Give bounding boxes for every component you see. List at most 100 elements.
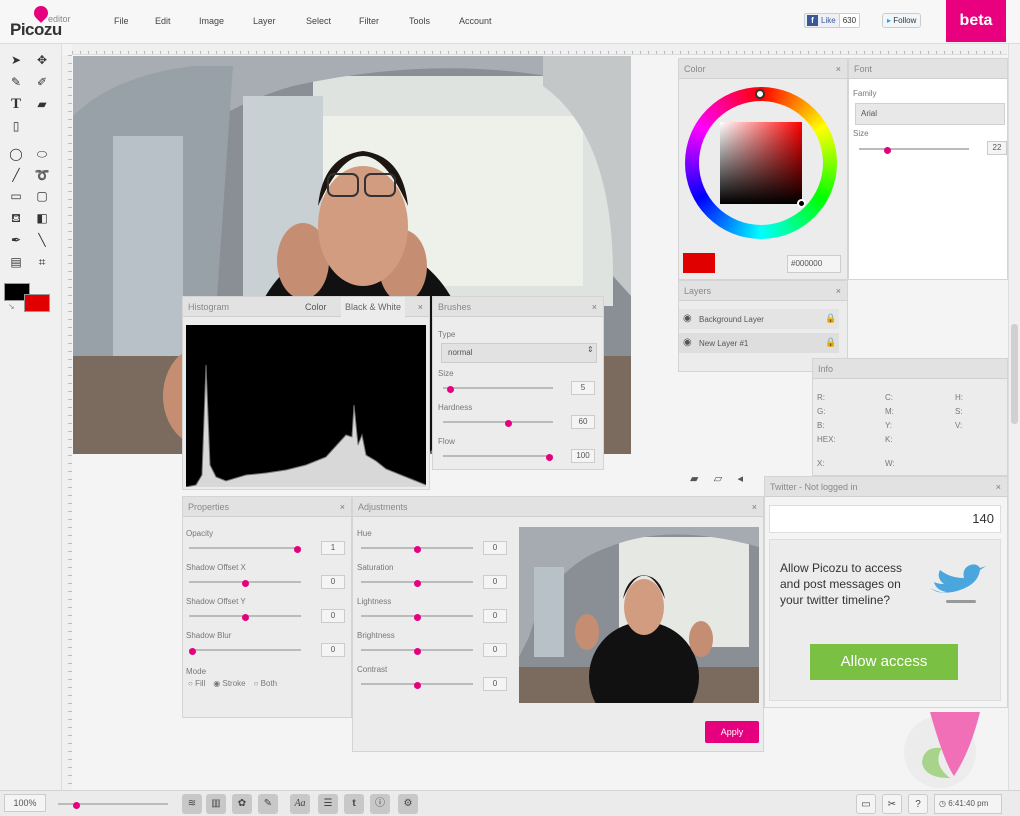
layer-row[interactable]: ◉ New Layer #1 🔒 <box>679 333 839 353</box>
twitter-follow-button[interactable]: ▸ Follow <box>882 13 922 28</box>
lock-icon[interactable]: 🔒 <box>825 337 836 348</box>
line-tool-icon[interactable]: ╱ <box>6 165 26 185</box>
radio-stroke[interactable]: ◉ Stroke <box>213 679 245 688</box>
brush-tool-icon[interactable]: ✐ <box>32 72 52 92</box>
fill-bucket-icon[interactable]: ⛾ <box>6 208 26 228</box>
move-tool-icon[interactable]: ✥ <box>32 50 52 70</box>
vertical-scrollbar[interactable] <box>1008 44 1020 790</box>
adjustment-slider[interactable] <box>361 648 473 655</box>
layer-row[interactable]: ◉ Background Layer 🔒 <box>679 309 839 329</box>
slider-handle[interactable] <box>414 614 421 621</box>
fullscreen-icon[interactable]: ▭ <box>856 794 876 814</box>
font-size-slider[interactable] <box>859 147 969 154</box>
slider-handle[interactable] <box>189 648 196 655</box>
layers-icon[interactable]: ≋ <box>182 794 202 814</box>
twitter-t-icon[interactable]: t <box>344 794 364 814</box>
close-icon[interactable]: × <box>592 297 597 317</box>
property-slider[interactable] <box>189 614 301 621</box>
allow-access-button[interactable]: Allow access <box>810 644 958 680</box>
font-size-value[interactable]: 22 <box>987 141 1007 155</box>
gradient-tool-icon[interactable]: ◧ <box>32 208 52 228</box>
tab-black-white[interactable]: Black & White <box>341 297 406 317</box>
new-layer-icon[interactable]: ▰ <box>690 473 698 485</box>
zoom-slider-handle[interactable] <box>73 802 80 809</box>
stamp-tool-icon[interactable]: ▤ <box>6 252 26 272</box>
lasso-tool-icon[interactable]: ➰ <box>32 165 52 185</box>
tab-color[interactable]: Color <box>305 297 327 317</box>
menu-filter[interactable]: Filter <box>359 16 379 26</box>
crop-tool-icon[interactable]: ⌗ <box>32 252 52 272</box>
menu-account[interactable]: Account <box>459 16 492 26</box>
menu-file[interactable]: File <box>114 16 129 26</box>
brush-value[interactable]: 5 <box>571 381 595 395</box>
close-icon[interactable]: × <box>836 59 841 79</box>
slider-handle[interactable] <box>242 614 249 621</box>
menu-select[interactable]: Select <box>306 16 331 26</box>
adjustment-slider[interactable] <box>361 614 473 621</box>
font-icon[interactable]: Aa <box>290 794 310 814</box>
adjustments-icon[interactable]: ☰ <box>318 794 338 814</box>
slider-handle[interactable] <box>242 580 249 587</box>
adjustment-slider[interactable] <box>361 682 473 689</box>
font-family-select[interactable]: Arial <box>855 103 1005 125</box>
info-icon[interactable]: ⓘ <box>370 794 390 814</box>
property-slider[interactable] <box>189 648 301 655</box>
brush-type-select[interactable]: normal <box>441 343 597 363</box>
slider-handle[interactable] <box>447 386 454 393</box>
brush-slider[interactable] <box>443 386 553 393</box>
adjustment-slider[interactable] <box>361 580 473 587</box>
brush-slider[interactable] <box>443 454 553 461</box>
close-icon[interactable]: × <box>836 281 841 301</box>
clipboard-tool-icon[interactable]: ▯ <box>6 116 26 136</box>
tab-histogram[interactable]: Histogram <box>188 302 229 312</box>
radio-both[interactable]: ○ Both <box>254 679 278 688</box>
property-value[interactable]: 0 <box>321 609 345 623</box>
menu-edit[interactable]: Edit <box>155 16 171 26</box>
property-value[interactable]: 0 <box>321 643 345 657</box>
adjustment-value[interactable]: 0 <box>483 609 507 623</box>
scrollbar-thumb[interactable] <box>1011 324 1018 424</box>
eyedropper-tool-icon[interactable]: ✒ <box>6 230 26 250</box>
zoom-level[interactable]: 100% <box>4 794 46 812</box>
hex-input[interactable]: #000000 <box>787 255 841 273</box>
adjustment-value[interactable]: 0 <box>483 541 507 555</box>
slider-handle[interactable] <box>546 454 553 461</box>
smudge-tool-icon[interactable]: ╲ <box>32 230 52 250</box>
hue-handle[interactable] <box>755 89 765 99</box>
brush-icon[interactable]: ✎ <box>258 794 278 814</box>
pointer-tool-icon[interactable]: ➤ <box>6 50 26 70</box>
slider-handle[interactable] <box>505 420 512 427</box>
adjustment-value[interactable]: 0 <box>483 575 507 589</box>
property-value[interactable]: 1 <box>321 541 345 555</box>
close-icon[interactable]: × <box>340 497 345 517</box>
adjustment-slider[interactable] <box>361 546 473 553</box>
tweet-input[interactable]: 140 <box>769 505 1001 533</box>
radio-fill[interactable]: ○ Fill <box>188 679 205 688</box>
pencil-tool-icon[interactable]: ✎ <box>6 72 26 92</box>
color-palette-icon[interactable]: ✿ <box>232 794 252 814</box>
adjustment-value[interactable]: 0 <box>483 643 507 657</box>
close-icon[interactable]: × <box>752 497 757 517</box>
settings-gear-icon[interactable]: ⚙ <box>398 794 418 814</box>
swap-colors-icon[interactable]: ↘ <box>8 302 15 311</box>
brush-slider[interactable] <box>443 420 553 427</box>
eraser-tool-icon[interactable]: ▰ <box>32 94 52 114</box>
slider-handle[interactable] <box>414 682 421 689</box>
apply-button[interactable]: Apply <box>705 721 759 743</box>
rectangle-tool-icon[interactable]: ▭ <box>6 186 26 206</box>
tools-icon[interactable]: ✂ <box>882 794 902 814</box>
ellipse-select-icon[interactable]: ◯ <box>6 144 26 164</box>
close-icon[interactable]: × <box>418 297 423 317</box>
menu-layer[interactable]: Layer <box>253 16 276 26</box>
delete-layer-icon[interactable]: ◂ <box>738 473 744 485</box>
menu-tools[interactable]: Tools <box>409 16 430 26</box>
lock-icon[interactable]: 🔒 <box>825 313 836 324</box>
rounded-rect-tool-icon[interactable]: ▢ <box>32 186 52 206</box>
property-slider[interactable] <box>189 580 301 587</box>
duplicate-layer-icon[interactable]: ▱ <box>714 473 722 485</box>
zoom-slider[interactable] <box>58 802 168 809</box>
picozu-logo[interactable]: editor Picozu <box>10 3 80 40</box>
current-color-swatch[interactable] <box>683 253 715 273</box>
brush-value[interactable]: 100 <box>571 449 595 463</box>
histogram-icon[interactable]: ▥ <box>206 794 226 814</box>
